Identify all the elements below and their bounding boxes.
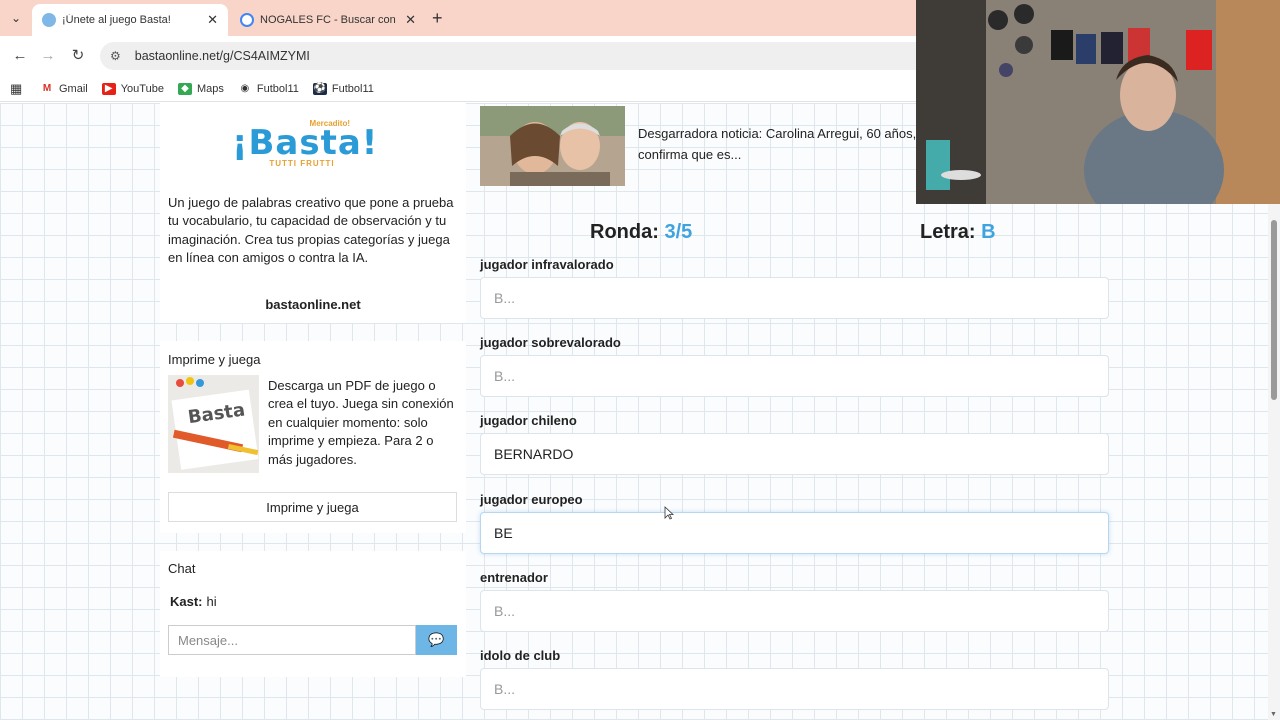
round-label: Ronda: [590,221,659,243]
url-text[interactable]: bastaonline.net/g/CS4AIMZYMI [135,49,310,63]
bookmark-maps[interactable]: ◆ Maps [177,82,224,95]
tab-title: ¡Únete al juego Basta! [62,14,171,26]
chat-title: Chat [168,561,196,576]
webcam-overlay [916,0,1280,204]
google-favicon-icon [240,13,254,27]
tab-basta[interactable]: ¡Únete al juego Basta! ✕ [32,4,228,36]
futbol11-icon: ⚽ [312,82,327,95]
globe-icon: ◉ [240,82,250,94]
site-link[interactable]: bastaonline.net [160,297,466,312]
field-input-entrenador[interactable] [480,590,1109,632]
mouse-cursor-icon [664,506,674,520]
round-value: 3/5 [664,221,693,243]
bookmark-futbol11-a[interactable]: ◉ Futbol11 [238,83,299,95]
field-input-chileno[interactable] [480,433,1109,475]
new-tab-plus-icon[interactable]: + [432,8,443,29]
maps-icon: ◆ [177,82,192,95]
letter-value: B [981,221,996,243]
close-tab-icon[interactable]: ✕ [207,12,218,28]
chat-message-text: hi [206,594,217,609]
scroll-down-icon[interactable]: ▼ [1270,711,1277,718]
print-description: Descarga un PDF de juego o crea el tuyo.… [268,378,454,467]
letter-label: Letra: [920,221,976,243]
chat-bubble-icon: 💬 [428,632,445,647]
news-thumbnail[interactable] [480,106,625,186]
site-info-icon[interactable]: ⚙ [110,49,121,63]
game-description: Un juego de palabras creativo que pone a… [168,195,454,266]
bookmark-futbol11-b[interactable]: ⚽ Futbol11 [312,82,374,95]
gmail-icon: M [42,82,52,94]
chat-message-user: Kast: [170,594,203,609]
chat-card [160,551,466,677]
basta-favicon-icon [42,13,56,27]
news-headline[interactable]: Desgarradora noticia: Carolina Arregui, … [638,123,928,165]
field-input-europeo[interactable] [480,512,1109,554]
youtube-icon: ▶ [101,82,116,95]
chat-message-input[interactable] [168,625,416,655]
chat-message: Kast: hi [170,594,217,609]
field-input-infravalorado[interactable] [480,277,1109,319]
print-sheet-image: Basta [168,375,259,473]
bookmark-youtube[interactable]: ▶ YouTube [101,82,164,95]
tab-title: NOGALES FC - Buscar con Goog [260,14,399,26]
back-arrow-icon[interactable]: ← [10,46,30,66]
scrollbar-thumb[interactable] [1271,220,1277,400]
forward-arrow-icon[interactable]: → [38,46,58,66]
field-label-entrenador: entrenador [480,570,548,585]
field-input-idolo-de-club[interactable] [480,668,1109,710]
field-input-sobrevalorado[interactable] [480,355,1109,397]
print-and-play-button[interactable]: Imprime y juega [168,492,457,522]
print-title: Imprime y juega [168,352,261,367]
field-label-chileno: jugador chileno [480,413,577,428]
round-indicator: Ronda: 3/5 [590,221,692,244]
send-message-button[interactable]: 💬 [416,625,457,655]
reload-icon[interactable]: ↻ [68,46,88,66]
tab-search-menu-icon[interactable]: ⌄ [6,9,26,27]
field-label-infravalorado: jugador infravalorado [480,257,614,272]
letter-indicator: Letra: B [920,221,996,244]
tab-google-search[interactable]: NOGALES FC - Buscar con Goog ✕ [230,4,426,36]
field-label-idolo-de-club: idolo de club [480,648,561,663]
field-label-europeo: jugador europeo [480,492,583,507]
close-tab-icon[interactable]: ✕ [405,12,416,28]
apps-grid-icon[interactable]: ▦ [10,81,24,97]
field-label-sobrevalorado: jugador sobrevalorado [480,335,621,350]
bookmark-gmail[interactable]: M Gmail [40,83,88,95]
basta-logo[interactable]: Mercadito! ¡Basta! TUTTI FRUTTI [232,119,377,175]
